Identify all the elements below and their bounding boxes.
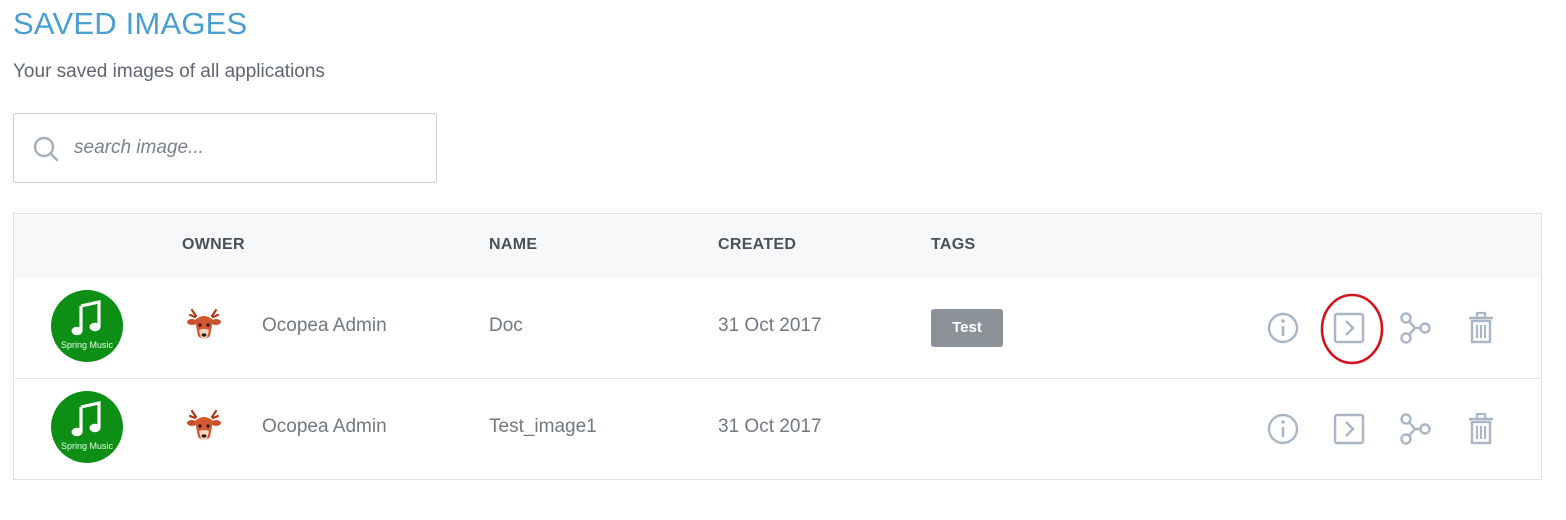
column-header-created: CREATED [718, 236, 797, 253]
images-table: OWNER NAME CREATED TAGS Spring Music Oco… [13, 213, 1542, 480]
info-icon [1267, 413, 1299, 445]
search-box[interactable] [13, 113, 437, 183]
app-logo-label: Spring Music [60, 441, 114, 451]
share-button[interactable] [1397, 310, 1433, 346]
deploy-button[interactable] [1331, 310, 1367, 346]
image-name: Test_image1 [489, 416, 597, 437]
tag-badge[interactable]: Test [931, 309, 1003, 347]
info-button[interactable] [1265, 411, 1301, 447]
app-logo: Spring Music [51, 391, 123, 463]
deer-avatar-icon [187, 308, 221, 340]
info-icon [1267, 312, 1299, 344]
app-logo: Spring Music [51, 290, 123, 362]
share-button[interactable] [1397, 411, 1433, 447]
table-row[interactable]: Spring Music Ocopea Admin Doc 31 Oct 201… [14, 278, 1541, 379]
column-header-owner: OWNER [182, 236, 245, 253]
owner-name: Ocopea Admin [262, 315, 387, 336]
share-icon [1400, 413, 1431, 445]
owner-name: Ocopea Admin [262, 416, 387, 437]
share-icon [1400, 312, 1431, 344]
music-note-icon [71, 401, 101, 437]
page-subtitle: Your saved images of all applications [13, 61, 325, 82]
delete-icon [1469, 412, 1493, 445]
info-button[interactable] [1265, 310, 1301, 346]
deploy-button[interactable] [1331, 411, 1367, 447]
column-header-name: NAME [489, 236, 538, 253]
table-header: OWNER NAME CREATED TAGS [14, 214, 1541, 278]
page-title: SAVED IMAGES [13, 6, 248, 41]
deploy-icon [1333, 312, 1365, 344]
music-note-icon [71, 300, 101, 336]
deer-avatar-icon [187, 409, 221, 441]
search-icon [33, 136, 59, 162]
column-header-tags: TAGS [931, 236, 976, 253]
app-logo-label: Spring Music [60, 340, 114, 350]
deploy-icon [1333, 413, 1365, 445]
delete-icon [1469, 311, 1493, 344]
search-input[interactable] [72, 130, 416, 166]
image-name: Doc [489, 315, 523, 336]
created-date: 31 Oct 2017 [718, 416, 822, 437]
created-date: 31 Oct 2017 [718, 315, 822, 336]
table-row[interactable]: Spring Music Ocopea Admin Test_image1 31… [14, 379, 1541, 479]
delete-button[interactable] [1463, 411, 1499, 447]
delete-button[interactable] [1463, 310, 1499, 346]
